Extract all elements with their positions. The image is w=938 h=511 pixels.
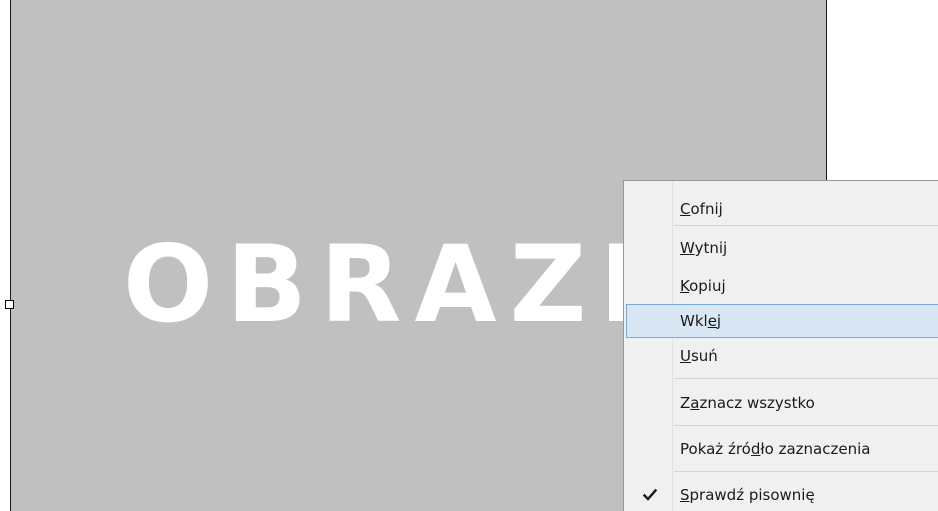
- placeholder-text: OBRAZE: [123, 223, 685, 346]
- menu-item-label: Zaznacz wszystko: [680, 394, 815, 412]
- check-icon: [642, 488, 658, 501]
- menu-item-label: Pokaż źródło zaznaczenia: [680, 440, 871, 458]
- menu-item-undo[interactable]: Cofnij: [626, 192, 938, 226]
- menu-item-label: Wytnij: [680, 239, 728, 257]
- menu-item-paste[interactable]: Wklej: [626, 304, 938, 338]
- menu-separator: [674, 378, 938, 379]
- resize-handle[interactable]: [5, 300, 14, 309]
- context-menu: Cofnij Wytnij Kopiuj Wklej Usuń Zaznacz …: [623, 180, 938, 511]
- menu-item-label: Wklej: [680, 312, 722, 330]
- menu-item-check-spelling[interactable]: Sprawdź pisownię: [626, 478, 938, 511]
- menu-item-copy[interactable]: Kopiuj: [626, 269, 938, 303]
- menu-item-view-selection-source[interactable]: Pokaż źródło zaznaczenia: [626, 432, 938, 466]
- menu-item-label: Kopiuj: [680, 277, 726, 295]
- menu-item-select-all[interactable]: Zaznacz wszystko: [626, 386, 938, 420]
- menu-item-label: Usuń: [680, 347, 718, 365]
- menu-separator: [674, 225, 938, 226]
- menu-item-delete[interactable]: Usuń: [626, 339, 938, 373]
- menu-separator: [674, 471, 938, 472]
- menu-separator: [674, 425, 938, 426]
- menu-item-cut[interactable]: Wytnij: [626, 231, 938, 265]
- menu-item-label: Sprawdź pisownię: [680, 486, 815, 504]
- menu-item-label: Cofnij: [680, 200, 723, 218]
- browser-viewport: OBRAZE Cofnij Wytnij Kopiuj Wklej Usuń Z…: [0, 0, 938, 511]
